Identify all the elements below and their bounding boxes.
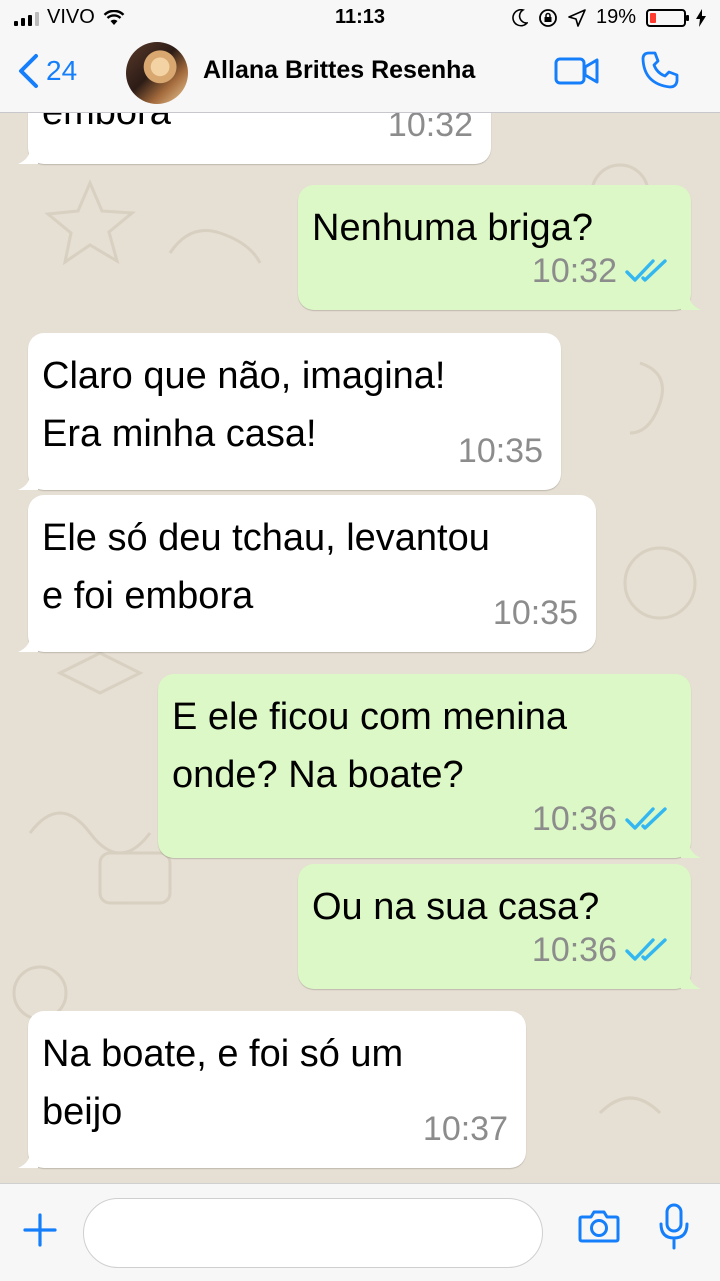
message-text: E ele ficou com menina onde? Na boate?	[172, 696, 567, 796]
battery-percent: 19%	[595, 6, 636, 28]
status-right: 19%	[512, 6, 706, 29]
message-bubble-outgoing[interactable]: Ou na sua casa? 10:36	[298, 864, 701, 989]
bubble-tail	[18, 632, 38, 652]
message-time: 10:37	[422, 1110, 508, 1148]
message-bubble-outgoing[interactable]: E ele ficou com menina onde? Na boate? 1…	[158, 674, 701, 858]
message-meta: 10:37	[423, 1100, 508, 1158]
message-time: 10:36	[531, 800, 617, 838]
bubble-tail	[18, 470, 38, 490]
chat-header: 24 Allana Brittes Resenha	[0, 36, 720, 113]
message-bubble-incoming[interactable]: Claro que não, imagina! Era minha casa! …	[18, 333, 561, 490]
location-icon	[568, 8, 586, 27]
bubble-tail	[681, 838, 701, 858]
bubble-tail	[681, 969, 701, 989]
message-input[interactable]	[83, 1198, 543, 1268]
double-check-icon	[625, 938, 667, 961]
plus-icon[interactable]	[22, 1212, 58, 1248]
bubble-tail	[18, 144, 38, 164]
composer-bar	[0, 1183, 720, 1281]
message-meta: 10:35	[458, 422, 543, 480]
unread-count: 24	[46, 55, 78, 86]
back-button[interactable]: 24	[16, 52, 77, 90]
message-bubble-incoming[interactable]: embora 10:32	[18, 113, 491, 164]
message-time: 10:35	[492, 594, 578, 632]
status-bar: VIVO 11:13 19%	[0, 0, 720, 36]
message-time: 10:36	[531, 931, 617, 969]
message-bubble-outgoing[interactable]: Nenhuma briga? 10:32	[298, 185, 701, 310]
contact-name[interactable]: Allana Brittes Resenha	[203, 56, 475, 85]
double-check-icon	[625, 807, 667, 830]
phone-icon[interactable]	[640, 50, 680, 90]
microphone-icon[interactable]	[656, 1202, 692, 1252]
lock-rotation-icon	[539, 8, 557, 27]
bubble-tail	[18, 1148, 38, 1168]
battery-icon	[646, 8, 689, 27]
message-time: 10:32	[387, 113, 473, 144]
camera-icon[interactable]	[578, 1208, 620, 1244]
chat-area[interactable]: embora 10:32 Nenhuma briga? 10:32 Claro …	[0, 113, 720, 1183]
message-bubble-incoming[interactable]: Ele só deu tchau, levantou e foi embora …	[18, 495, 596, 652]
message-meta: 10:32	[532, 242, 673, 300]
charging-icon	[696, 8, 706, 27]
message-meta: 10:35	[493, 584, 578, 642]
video-call-icon[interactable]	[554, 54, 600, 88]
double-check-icon	[625, 259, 667, 282]
message-time: 10:35	[457, 432, 543, 470]
bubble-tail	[681, 290, 701, 310]
message-meta: 10:32	[388, 113, 473, 154]
message-meta: 10:36	[532, 790, 673, 848]
message-bubble-incoming[interactable]: Na boate, e foi só um beijo 10:37	[18, 1011, 526, 1168]
message-meta: 10:36	[532, 921, 673, 979]
moon-icon	[512, 8, 528, 27]
chevron-left-icon	[19, 54, 38, 88]
avatar[interactable]	[126, 42, 188, 104]
message-time: 10:32	[531, 252, 617, 290]
